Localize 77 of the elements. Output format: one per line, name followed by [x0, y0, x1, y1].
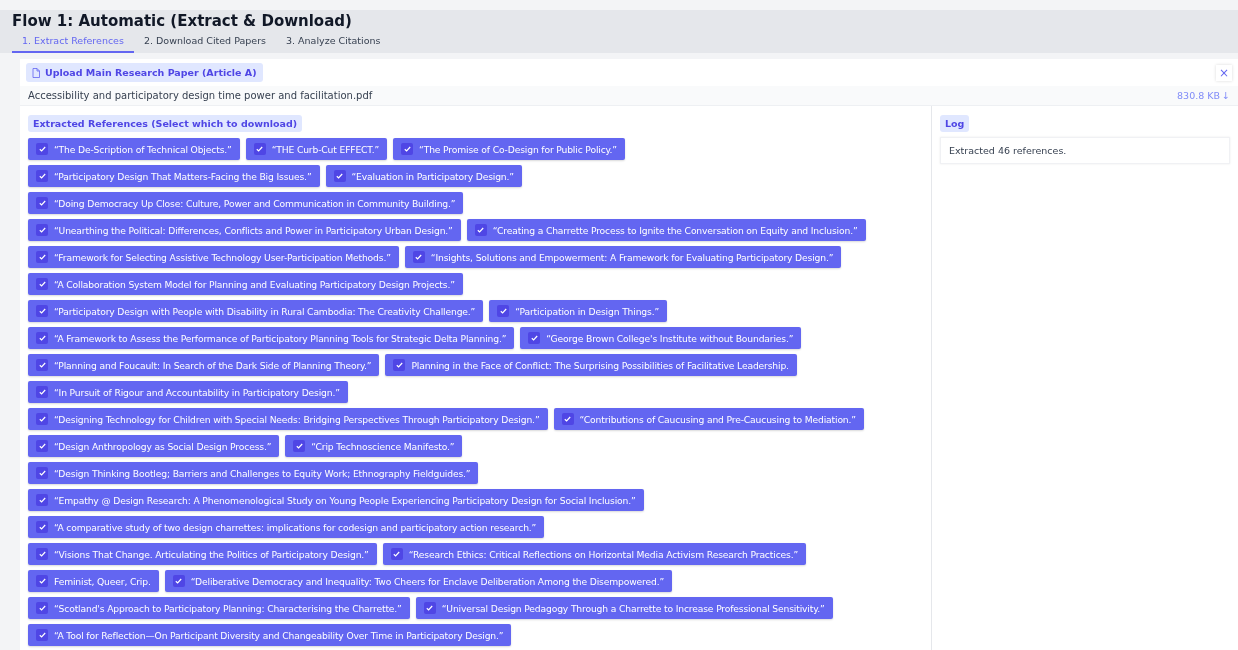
reference-chip[interactable]: “Participatory Design That Matters-Facing the Big Issues.” [28, 165, 320, 187]
reference-chip[interactable]: “The Promise of Co-Design for Public Policy.” [393, 138, 625, 160]
reference-chip[interactable]: “Evaluation in Participatory Design.” [325, 165, 522, 187]
checkbox[interactable] [497, 305, 510, 317]
tab[interactable]: 1. Extract References [12, 32, 134, 53]
checkbox[interactable] [333, 170, 346, 182]
reference-chip[interactable]: “Research Ethics: Critical Reflections on Horizontal Media Activism Research Practices.” [382, 543, 807, 565]
upload-button[interactable]: Upload Main Research Paper (Article A) [26, 63, 263, 82]
reference-chip[interactable]: “The De-Scription of Technical Objects.” [28, 138, 240, 160]
checkbox[interactable] [36, 494, 48, 506]
checkbox[interactable] [561, 413, 574, 425]
checkbox[interactable] [36, 305, 48, 317]
checkbox[interactable] [474, 224, 487, 236]
reference-chip[interactable]: “Participatory Design with People with Disability in Rural Cambodia: The Creativity Challenge.” [28, 300, 484, 322]
tab[interactable]: 2. Download Cited Papers [133, 32, 276, 53]
checkbox[interactable] [528, 332, 541, 344]
reference-chip[interactable]: “Insights, Solutions and Empowerment: A Framework for Evaluating Participatory Design.” [404, 246, 842, 268]
page-title: Flow 1: Automatic (Extract & Download) [12, 12, 353, 30]
checkbox[interactable] [36, 278, 48, 290]
section-label: Extracted References (Select which to download) [28, 115, 303, 132]
reference-chip[interactable]: “Creating a Charrette Process to Ignite the Conversation on Equity and Inclusion.” [466, 219, 866, 241]
file-icon [32, 67, 40, 78]
checkbox[interactable] [36, 386, 48, 398]
checkbox[interactable] [172, 575, 185, 587]
checkbox[interactable] [390, 548, 403, 560]
reference-chip[interactable]: “A Framework to Assess the Performance of Participatory Planning Tools for Strategic Delta Planning.” [28, 327, 515, 349]
reference-chip[interactable]: “A Tool for Reflection—On Participant Diversity and Changeability Over Time in Participatory Design.” [28, 624, 512, 646]
checkbox[interactable] [423, 602, 436, 614]
checkbox[interactable] [401, 143, 414, 155]
reference-chip[interactable]: “Scotland's Approach to Participatory Planning: Characterising the Charrette.” [28, 597, 410, 619]
checkbox[interactable] [36, 359, 48, 371]
checkbox[interactable] [36, 602, 48, 614]
checkbox[interactable] [393, 359, 406, 371]
reference-chip[interactable]: “THE Curb-Cut EFFECT.” [245, 138, 388, 160]
checkbox[interactable] [253, 143, 266, 155]
reference-chip[interactable]: “Universal Design Pedagogy Through a Charrette to Increase Professional Sensitivity.” [415, 597, 833, 619]
log-entry: Extracted 46 references. [940, 137, 1230, 164]
reference-chip[interactable]: “George Brown College's Institute without Boundaries.” [520, 327, 802, 349]
checkbox[interactable] [36, 170, 48, 182]
download-icon[interactable]: ↓ [1222, 90, 1230, 101]
reference-chip[interactable]: “Visions That Change. Articulating the Politics of Participatory Design.” [28, 543, 377, 565]
reference-chip[interactable]: “In Pursuit of Rigour and Accountability in Participatory Design.” [28, 381, 348, 403]
checkbox[interactable] [36, 440, 48, 452]
reference-chip[interactable]: Planning in the Face of Conflict: The Surprising Possibilities of Facilitative Leadership. [385, 354, 797, 376]
reference-chip[interactable]: “Planning and Foucault: In Search of the Dark Side of Planning Theory.” [28, 354, 380, 376]
checkbox[interactable] [36, 467, 48, 479]
reference-chip[interactable]: “Participation in Design Things.” [489, 300, 668, 322]
checkbox[interactable] [36, 224, 48, 236]
reference-chip[interactable]: “Framework for Selecting Assistive Technology User-Participation Methods.” [28, 246, 399, 268]
reference-chip[interactable]: “A Collaboration System Model for Planning and Evaluating Participatory Design Projects.” [28, 273, 463, 295]
reference-chip[interactable]: Feminist, Queer, Crip. [28, 570, 159, 592]
reference-chip[interactable]: “Designing Technology for Children with Special Needs: Bridging Perspectives Through Participatory Design.” [28, 408, 548, 430]
reference-chip[interactable]: “Deliberative Democracy and Inequality: Two Cheers for Enclave Deliberation Among the Disempowered.” [164, 570, 673, 592]
reference-chip[interactable]: “Unearthing the Political: Differences, Conflicts and Power in Participatory Urban Design.” [28, 219, 461, 241]
checkbox[interactable] [412, 251, 425, 263]
reference-chip[interactable]: “Crip Technoscience Manifesto.” [285, 435, 463, 457]
checkbox[interactable] [36, 251, 48, 263]
reference-chip[interactable]: “Design Anthropology as Social Design Process.” [28, 435, 280, 457]
reference-chip[interactable]: “Empathy @ Design Research: A Phenomenological Study on Young People Experiencing Participatory Design for Social Inclusion.” [28, 489, 644, 511]
reference-chip[interactable]: “Contributions of Caucusing and Pre-Caucusing to Mediation.” [553, 408, 864, 430]
close-button[interactable]: × [1216, 64, 1232, 81]
file-size: 830.8 KB [1177, 90, 1221, 101]
checkbox[interactable] [36, 548, 48, 560]
file-name: Accessibility and participatory design time power and facilitation.pdf [28, 90, 373, 101]
checkbox[interactable] [36, 575, 48, 587]
log-label: Log [940, 115, 970, 132]
checkbox[interactable] [36, 629, 48, 641]
reference-chip[interactable]: “Design Thinking Bootleg; Barriers and Challenges to Equity Work; Ethnography Fieldguides.” [28, 462, 479, 484]
checkbox[interactable] [36, 197, 48, 209]
checkbox[interactable] [293, 440, 306, 452]
checkbox[interactable] [36, 332, 48, 344]
tab[interactable]: 3. Analyze Citations [276, 32, 391, 53]
reference-chip[interactable]: “A comparative study of two design charrettes: implications for codesign and participatory action research.” [28, 516, 545, 538]
checkbox[interactable] [36, 143, 48, 155]
reference-chip[interactable]: “Doing Democracy Up Close: Culture, Power and Communication in Community Building.” [28, 192, 464, 214]
checkbox[interactable] [36, 413, 48, 425]
checkbox[interactable] [36, 521, 48, 533]
